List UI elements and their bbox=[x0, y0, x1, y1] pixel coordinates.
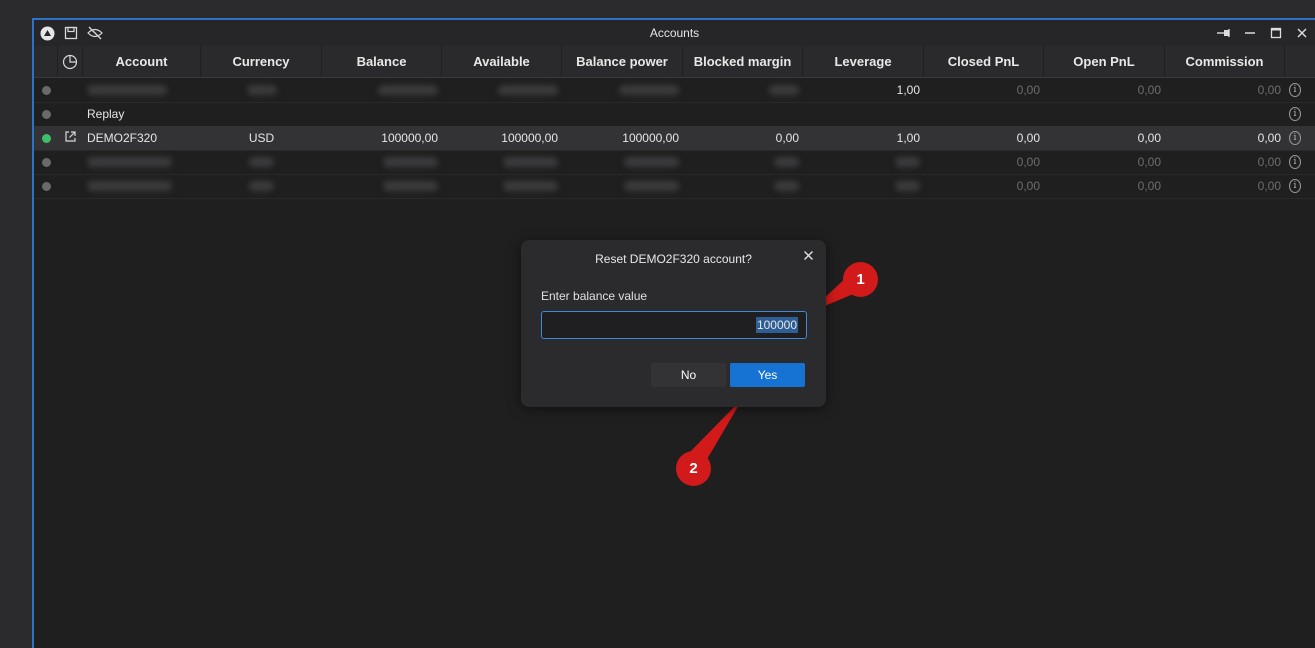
dialog-title: Reset DEMO2F320 account? bbox=[595, 252, 752, 266]
yes-button[interactable]: Yes bbox=[730, 363, 805, 387]
balance-input-selection: 100000 bbox=[755, 317, 798, 333]
no-button[interactable]: No bbox=[651, 363, 726, 387]
annotation-badge-2: 2 bbox=[676, 451, 711, 486]
close-icon[interactable] bbox=[803, 248, 814, 264]
reset-account-dialog: Reset DEMO2F320 account? Enter balance v… bbox=[521, 240, 826, 407]
annotation-badge-1: 1 bbox=[843, 262, 878, 297]
balance-label: Enter balance value bbox=[541, 289, 648, 303]
